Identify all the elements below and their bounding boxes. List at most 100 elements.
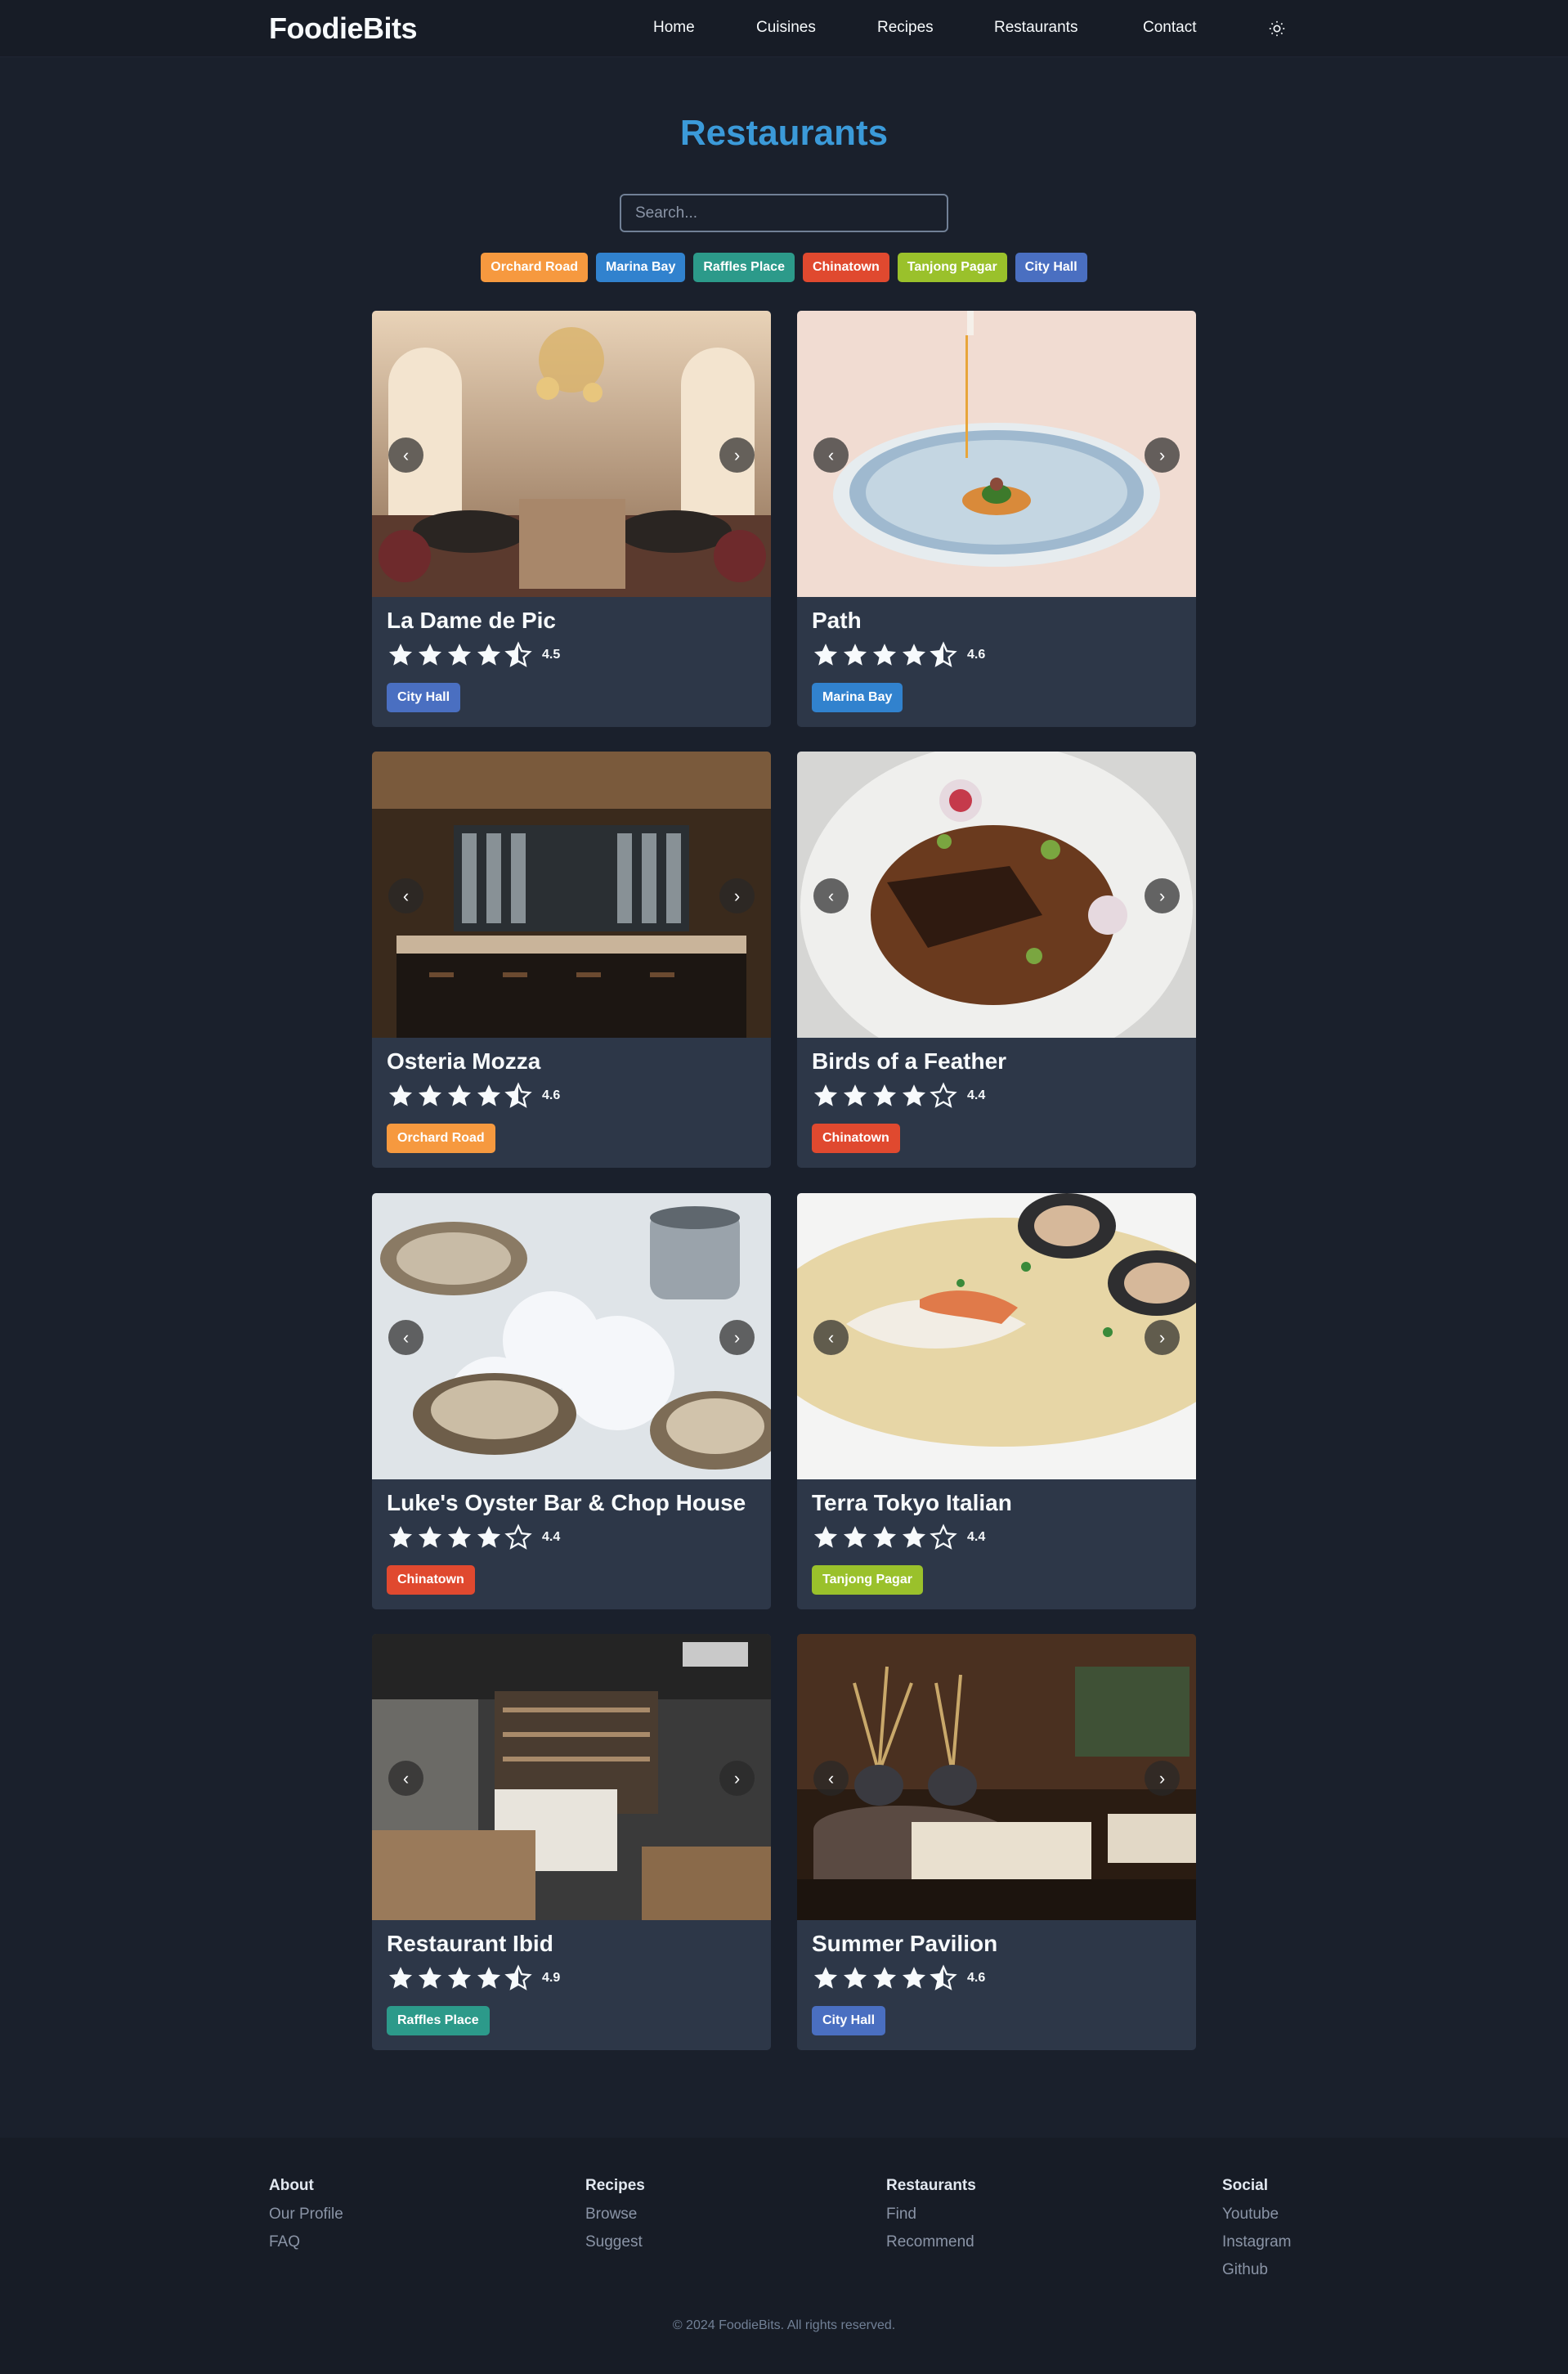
footer-link[interactable]: Suggest (585, 2233, 645, 2251)
restaurant-name[interactable]: Summer Pavilion (812, 1931, 997, 1957)
star-filled-icon (388, 644, 413, 666)
chevron-right-icon[interactable]: › (719, 1320, 755, 1355)
star-half-icon (504, 641, 532, 667)
star-rating: 4.4 (387, 1524, 560, 1551)
footer-link[interactable]: Instagram (1222, 2233, 1291, 2251)
restaurant-name[interactable]: Path (812, 608, 862, 634)
restaurant-card[interactable]: ‹ › La Dame de Pic 4.5 City Hall (372, 311, 771, 727)
star-filled-icon (388, 1526, 413, 1548)
chevron-left-icon[interactable]: ‹ (813, 1320, 849, 1355)
restaurant-name[interactable]: Terra Tokyo Italian (812, 1490, 1012, 1516)
location-tag[interactable]: Orchard Road (387, 1124, 495, 1153)
star-half-icon (930, 1964, 957, 1990)
star-rating: 4.6 (812, 1964, 985, 1992)
location-tag[interactable]: Chinatown (812, 1124, 900, 1153)
star-filled-icon (418, 1967, 442, 1989)
footer-heading: Social (1222, 2177, 1268, 2194)
chevron-left-icon[interactable]: ‹ (388, 438, 423, 473)
location-tag[interactable]: Chinatown (387, 1565, 475, 1595)
star-filled-icon (872, 1084, 897, 1106)
star-filled-icon (843, 1526, 867, 1548)
restaurant-name[interactable]: Luke's Oyster Bar & Chop House (387, 1490, 746, 1516)
restaurant-photo (372, 311, 771, 597)
restaurant-card[interactable]: ‹ › Osteria Mozza 4.6 Orchard Road (372, 752, 771, 1168)
star-rating: 4.6 (387, 1082, 560, 1110)
nav-home[interactable]: Home (653, 19, 695, 37)
restaurant-name[interactable]: Osteria Mozza (387, 1048, 540, 1075)
filter-chip-orchard-road[interactable]: Orchard Road (481, 253, 588, 282)
chevron-left-icon[interactable]: ‹ (813, 878, 849, 913)
chevron-left-icon[interactable]: ‹ (388, 1761, 423, 1796)
rating-value: 4.4 (967, 1530, 986, 1544)
restaurant-photo (797, 311, 1196, 597)
star-empty-icon (930, 1082, 957, 1108)
nav-cuisines[interactable]: Cuisines (756, 19, 816, 37)
rating-value: 4.9 (542, 1971, 561, 1985)
location-tag[interactable]: City Hall (812, 2006, 886, 2035)
restaurant-card[interactable]: ‹ › Restaurant Ibid 4.9 Raffles Place (372, 1634, 771, 2050)
footer: About Our Profile FAQ Recipes Browse Sug… (0, 2138, 1568, 2374)
footer-link[interactable]: FAQ (269, 2233, 343, 2251)
location-tag[interactable]: Raffles Place (387, 2006, 490, 2035)
sun-icon[interactable] (1268, 20, 1286, 38)
brand-logo[interactable]: FoodieBits (269, 11, 418, 46)
star-filled-icon (477, 1967, 501, 1989)
star-filled-icon (418, 644, 442, 666)
filter-chip-tanjong-pagar[interactable]: Tanjong Pagar (897, 253, 1007, 282)
nav-recipes[interactable]: Recipes (877, 19, 934, 37)
chevron-right-icon[interactable]: › (719, 1761, 755, 1796)
footer-link[interactable]: Github (1222, 2261, 1291, 2279)
footer-heading: Recipes (585, 2177, 645, 2194)
chevron-left-icon[interactable]: ‹ (388, 878, 423, 913)
chevron-right-icon[interactable]: › (1145, 1761, 1180, 1796)
chevron-left-icon[interactable]: ‹ (388, 1320, 423, 1355)
chevron-left-icon[interactable]: ‹ (813, 438, 849, 473)
rating-value: 4.6 (967, 1971, 986, 1985)
filter-chip-city-hall[interactable]: City Hall (1015, 253, 1087, 282)
chevron-left-icon[interactable]: ‹ (813, 1761, 849, 1796)
footer-link[interactable]: Browse (585, 2206, 645, 2224)
star-half-icon (504, 1082, 532, 1108)
star-filled-icon (902, 1526, 926, 1548)
location-tag[interactable]: City Hall (387, 683, 461, 712)
rating-value: 4.6 (542, 1088, 561, 1102)
chevron-right-icon[interactable]: › (719, 878, 755, 913)
footer-link[interactable]: Find (886, 2206, 976, 2224)
restaurant-photo (372, 1634, 771, 1920)
star-filled-icon (843, 1967, 867, 1989)
location-tag[interactable]: Tanjong Pagar (812, 1565, 923, 1595)
nav-restaurants[interactable]: Restaurants (994, 19, 1077, 37)
restaurant-photo (372, 752, 771, 1038)
footer-column-recipes: Recipes Browse Suggest (585, 2177, 645, 2261)
restaurant-card[interactable]: ‹ › Luke's Oyster Bar & Chop House 4.4 C… (372, 1193, 771, 1609)
chevron-right-icon[interactable]: › (1145, 1320, 1180, 1355)
restaurant-card[interactable]: ‹ › Path 4.6 Marina Bay (797, 311, 1196, 727)
footer-link[interactable]: Our Profile (269, 2206, 343, 2224)
star-filled-icon (813, 644, 838, 666)
restaurant-card[interactable]: ‹ › Terra Tokyo Italian 4.4 Tanjong Paga… (797, 1193, 1196, 1609)
top-navbar: FoodieBits Home Cuisines Recipes Restaur… (0, 0, 1568, 57)
footer-link[interactable]: Recommend (886, 2233, 976, 2251)
filter-chip-raffles-place[interactable]: Raffles Place (693, 253, 795, 282)
filter-chip-marina-bay[interactable]: Marina Bay (595, 253, 686, 282)
star-filled-icon (447, 1084, 472, 1106)
nav-contact[interactable]: Contact (1143, 19, 1196, 37)
location-tag[interactable]: Marina Bay (812, 683, 903, 712)
restaurant-name[interactable]: Restaurant Ibid (387, 1931, 553, 1957)
star-filled-icon (477, 1526, 501, 1548)
footer-link[interactable]: Youtube (1222, 2206, 1291, 2224)
star-filled-icon (447, 1526, 472, 1548)
filter-chip-chinatown[interactable]: Chinatown (802, 253, 889, 282)
restaurant-name[interactable]: Birds of a Feather (812, 1048, 1006, 1075)
star-filled-icon (872, 644, 897, 666)
restaurant-photo (797, 1193, 1196, 1479)
chevron-right-icon[interactable]: › (1145, 878, 1180, 913)
restaurant-card[interactable]: ‹ › Summer Pavilion 4.6 City Hall (797, 1634, 1196, 2050)
chevron-right-icon[interactable]: › (719, 438, 755, 473)
chevron-right-icon[interactable]: › (1145, 438, 1180, 473)
restaurant-name[interactable]: La Dame de Pic (387, 608, 556, 634)
star-half-icon (504, 1964, 532, 1990)
restaurant-card[interactable]: ‹ › Birds of a Feather 4.4 Chinatown (797, 752, 1196, 1168)
search-input[interactable] (620, 194, 948, 232)
rating-value: 4.4 (967, 1088, 986, 1102)
